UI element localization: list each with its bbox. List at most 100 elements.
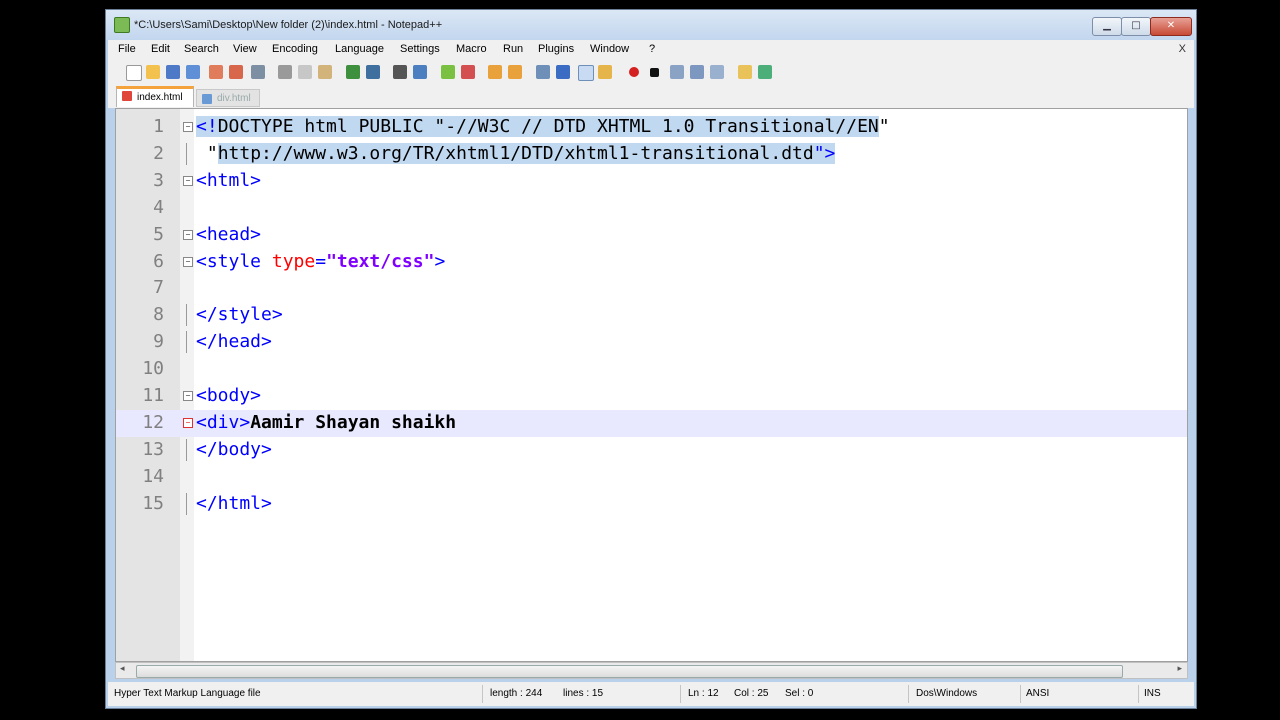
menu-language[interactable]: Language bbox=[335, 43, 384, 55]
line-number: 7 bbox=[153, 277, 164, 299]
sync-horizontal-icon[interactable] bbox=[508, 65, 522, 79]
code-token: type bbox=[271, 250, 316, 272]
new-file-icon[interactable] bbox=[126, 65, 142, 81]
code-line[interactable]: 6 − <style type="text/css"> bbox=[116, 249, 1187, 276]
fold-line-marker bbox=[186, 438, 187, 461]
code-line[interactable]: 12 − <div>Aamir Shayan shaikh bbox=[116, 410, 1187, 437]
code-line[interactable]: 5 − <head> bbox=[116, 222, 1187, 249]
save-macro-icon[interactable] bbox=[710, 65, 724, 79]
code-line[interactable]: 14 bbox=[116, 464, 1187, 491]
code-token: <div> bbox=[196, 411, 251, 433]
fold-toggle-icon[interactable]: − bbox=[183, 391, 193, 401]
menu-settings[interactable]: Settings bbox=[400, 43, 440, 55]
code-line[interactable]: 15 </html> bbox=[116, 491, 1187, 518]
maximize-button[interactable]: □ bbox=[1121, 17, 1151, 36]
code-line[interactable]: 4 bbox=[116, 195, 1187, 222]
code-token: Aamir Shayan shaikh bbox=[250, 411, 457, 433]
undo-icon[interactable] bbox=[346, 65, 360, 79]
code-token: </body> bbox=[196, 438, 272, 460]
line-number: 9 bbox=[153, 331, 164, 353]
menu-file[interactable]: File bbox=[118, 43, 136, 55]
fold-line-marker bbox=[186, 142, 187, 165]
open-file-icon[interactable] bbox=[146, 65, 160, 79]
code-token: <! bbox=[196, 116, 218, 137]
zoom-in-icon[interactable] bbox=[441, 65, 455, 79]
code-token: </head> bbox=[196, 331, 272, 353]
menu-encoding[interactable]: Encoding bbox=[272, 43, 318, 55]
menu-run[interactable]: Run bbox=[503, 43, 523, 55]
code-text: <head> bbox=[196, 224, 261, 245]
code-line[interactable]: 9 </head> bbox=[116, 329, 1187, 356]
redo-icon[interactable] bbox=[366, 65, 380, 79]
code-token: DOCTYPE html PUBLIC " bbox=[217, 116, 446, 137]
fold-toggle-icon[interactable]: − bbox=[183, 229, 193, 240]
copy-icon[interactable] bbox=[298, 65, 312, 79]
tab-index-html[interactable]: index.html bbox=[116, 86, 194, 107]
doc-map-icon[interactable] bbox=[598, 65, 612, 79]
menu-help[interactable]: ? bbox=[649, 43, 655, 55]
code-line[interactable]: 10 bbox=[116, 356, 1187, 383]
stop-macro-icon[interactable] bbox=[650, 68, 659, 77]
sync-vertical-icon[interactable] bbox=[488, 65, 502, 79]
code-line[interactable]: 3 − <html> bbox=[116, 168, 1187, 195]
close-document-button[interactable]: X bbox=[1179, 43, 1186, 55]
fold-line-marker bbox=[186, 492, 187, 515]
scroll-left-arrow-icon[interactable]: ◂ bbox=[120, 664, 125, 674]
line-number: 8 bbox=[153, 304, 164, 326]
close-button[interactable]: ✕ bbox=[1150, 17, 1192, 36]
print-icon[interactable] bbox=[251, 65, 265, 79]
find-icon[interactable] bbox=[393, 65, 407, 79]
code-line[interactable]: 7 bbox=[116, 275, 1187, 302]
replace-icon[interactable] bbox=[413, 65, 427, 79]
close-icon[interactable] bbox=[209, 65, 223, 79]
code-token: <html> bbox=[196, 169, 262, 191]
tab-div-html[interactable]: div.html bbox=[196, 89, 260, 107]
code-text: <div>Aamir Shayan shaikh bbox=[196, 412, 456, 433]
code-token: "> bbox=[813, 142, 836, 164]
menu-edit[interactable]: Edit bbox=[151, 43, 170, 55]
code-editor[interactable]: 1− <!DOCTYPE html PUBLIC "-//W3C // DTD X… bbox=[115, 108, 1188, 662]
menu-window[interactable]: Window bbox=[590, 43, 629, 55]
zoom-out-icon[interactable] bbox=[461, 65, 475, 79]
word-wrap-icon[interactable] bbox=[536, 65, 550, 79]
play-macro-icon[interactable] bbox=[670, 65, 684, 79]
horizontal-scrollbar[interactable]: ◂ ▸ bbox=[115, 662, 1188, 679]
cut-icon[interactable] bbox=[278, 65, 292, 79]
window-title: *C:\Users\Sami\Desktop\New folder (2)\in… bbox=[134, 19, 443, 31]
close-all-icon[interactable] bbox=[229, 65, 243, 79]
save-icon[interactable] bbox=[166, 65, 180, 79]
code-token: http://www.w3.org/TR/xhtml1/DTD/xhtml1-t… bbox=[217, 142, 814, 164]
code-text: </html> bbox=[196, 493, 272, 514]
code-line[interactable]: 2 "http://www.w3.org/TR/xhtml1/DTD/xhtml… bbox=[116, 141, 1187, 168]
code-text: <body> bbox=[196, 385, 261, 406]
menu-plugins[interactable]: Plugins bbox=[538, 43, 574, 55]
run-macro-multiple-icon[interactable] bbox=[690, 65, 704, 79]
show-all-characters-icon[interactable] bbox=[556, 65, 570, 79]
line-number: 6 bbox=[153, 250, 164, 272]
code-line[interactable]: 13 </body> bbox=[116, 437, 1187, 464]
save-all-icon[interactable] bbox=[186, 65, 200, 79]
fold-toggle-icon[interactable]: − bbox=[183, 417, 193, 428]
fold-toggle-icon[interactable]: − bbox=[183, 175, 193, 186]
record-macro-icon[interactable] bbox=[629, 67, 639, 77]
fold-toggle-icon[interactable]: − bbox=[183, 256, 193, 267]
code-token: </html> bbox=[196, 492, 272, 514]
code-token: " bbox=[878, 116, 890, 137]
code-line[interactable]: 8 </style> bbox=[116, 302, 1187, 329]
code-line[interactable]: 1 − <!DOCTYPE html PUBLIC "-//W3C // DTD X… bbox=[116, 114, 1187, 141]
plugin-icon[interactable] bbox=[738, 65, 752, 79]
minimize-button[interactable]: ▁ bbox=[1092, 17, 1122, 36]
spellcheck-icon[interactable] bbox=[758, 65, 772, 79]
scroll-thumb[interactable] bbox=[136, 665, 1123, 678]
fold-toggle-icon[interactable]: − bbox=[183, 122, 193, 132]
scroll-right-arrow-icon[interactable]: ▸ bbox=[1177, 664, 1182, 674]
menu-search[interactable]: Search bbox=[184, 43, 219, 55]
code-token: > bbox=[434, 250, 446, 272]
menu-view[interactable]: View bbox=[233, 43, 257, 55]
title-bar[interactable]: *C:\Users\Sami\Desktop\New folder (2)\in… bbox=[106, 10, 1196, 40]
paste-icon[interactable] bbox=[318, 65, 332, 79]
saved-file-icon bbox=[202, 94, 212, 104]
indent-guide-icon[interactable] bbox=[578, 65, 594, 81]
code-line[interactable]: 11 − <body> bbox=[116, 383, 1187, 410]
menu-macro[interactable]: Macro bbox=[456, 43, 487, 55]
